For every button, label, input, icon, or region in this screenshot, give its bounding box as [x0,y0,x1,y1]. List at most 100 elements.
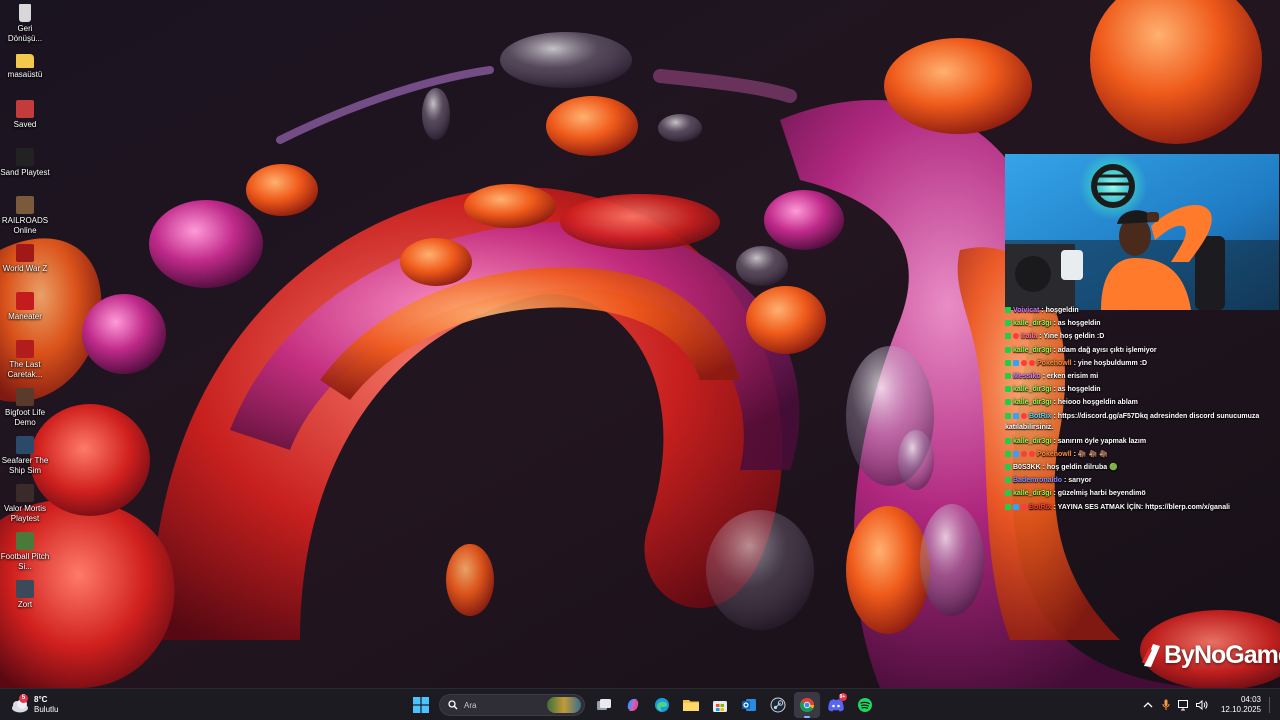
moderator-badge-icon [1013,412,1019,419]
subscriber-badge-icon [1029,359,1035,366]
spotify-button[interactable] [852,692,878,718]
file-explorer-button[interactable] [678,692,704,718]
network-button[interactable] [1175,692,1193,718]
chat-message: BotRix : https://discord.gg/aF57Dkq adre… [1005,411,1277,433]
steam-button[interactable] [765,692,791,718]
desktop-icon[interactable]: Valor Mortis Playtest [0,484,50,524]
desktop-icon[interactable]: Maneater [0,292,50,322]
webcam-feed [1005,154,1279,310]
network-icon [1177,699,1188,710]
search-highlight-art [547,697,581,713]
chat-username[interactable]: Bademronaldo [1013,477,1062,484]
chat-message: kalle_dir3gi : as hoşgeldin [1005,383,1277,396]
desktop-icon[interactable]: Zort [0,580,50,610]
chrome-button[interactable] [793,692,820,718]
zort-game-icon [16,580,34,598]
chat-text: yine hoşbuldumm :D [1077,359,1148,367]
chat-username[interactable]: BotRix [1029,413,1052,420]
kick-badge-icon [1005,359,1011,366]
desktop-icon[interactable]: Seafarer The Ship Sim [0,436,50,476]
bigfoot-game-icon [16,388,34,406]
chat-message: Messiko : erken erisim mi [1005,370,1277,383]
desktop-icon[interactable]: Sand Playtest [0,148,50,178]
chat-username[interactable]: B0S3KK [1013,464,1041,471]
chat-message: BotRix : YAYINA SES ATMAK İÇİN: https://… [1005,501,1277,514]
task-view-button[interactable] [591,692,617,718]
desktop-icon[interactable]: The Last Caretak... [0,340,50,380]
chat-text: 🦣 🦣 🦣 [1077,450,1108,458]
desktop-icon[interactable]: masaüstü [0,52,50,80]
microphone-icon [1162,699,1170,710]
chat-text: YAYINA SES ATMAK İÇİN: https://blerp.com… [1057,503,1230,511]
search-placeholder: Ara [464,700,477,710]
chat-username[interactable]: kalle_dir3gi [1013,386,1052,393]
outlook-button[interactable] [736,692,762,718]
kick-badge-icon [1005,490,1011,497]
windows-start-icon [412,697,429,713]
taskbar: 5 8°C Bulutlu Ara 9+ 04:03 12.10.2025 [0,688,1280,720]
desktop-icon-label: Bigfoot Life Demo [4,408,46,427]
tray-overflow-button[interactable] [1139,692,1157,718]
chat-text: heiooo hoşgeldin ablam [1057,399,1138,407]
recycle-bin-icon [19,4,31,22]
desktop-icon[interactable]: Geri Dönüşü... [0,4,50,44]
stream-chat-overlay: Voivicat : hoşgeldin kalle_dir3gi : as ho… [1005,304,1277,516]
watermark-text: ByNoGame [1164,640,1280,669]
chat-text: güzelmiş harbi beyendimö [1057,490,1146,498]
desktop-icon[interactable]: Football Pitch Si... [0,532,50,572]
copilot-button[interactable] [620,692,646,718]
kick-badge-icon [1005,373,1011,380]
start-button[interactable] [408,692,434,718]
chat-message: kalle_dir3gi : as hoşgeldin [1005,317,1277,330]
kick-badge-icon [1005,450,1011,457]
saved-game-icon [16,100,34,118]
kick-badge-icon [1005,464,1011,471]
cloud-weather-icon: 5 [10,694,30,713]
chat-username[interactable]: BotRix [1029,504,1052,511]
desktop-icon-label: World War Z [2,264,48,273]
chat-username[interactable]: kalle_dir3gi [1013,320,1052,327]
chat-username[interactable]: Messiko [1013,373,1041,380]
desktop-icon[interactable]: World War Z [0,244,50,274]
desktop-icon[interactable]: Saved [0,100,50,130]
chat-text: hoş geldin dilruba 🟢 [1046,464,1118,472]
chat-username[interactable]: kalle_dir3gi [1013,490,1052,497]
moderator-badge-icon [1013,450,1019,457]
weather-widget[interactable]: 5 8°C Bulutlu [10,692,58,718]
discord-notification-badge: 9+ [838,693,847,701]
chat-username[interactable]: kalle_dir3gi [1013,438,1052,445]
chat-username[interactable]: Voivicat [1013,307,1039,314]
chat-text: as hoşgeldin [1057,386,1101,394]
bynogame-watermark: ByNoGame [1140,638,1280,672]
microphone-button[interactable] [1157,692,1175,718]
chrome-icon [799,698,814,712]
kick-badge-icon [1005,437,1011,444]
discord-button[interactable]: 9+ [823,692,849,718]
kick-badge-icon [1005,503,1011,510]
outlook-icon [741,699,756,711]
desktop-icon[interactable]: RAILROADS Online [0,196,50,236]
taskbar-search-box[interactable]: Ara [439,694,585,716]
chat-username[interactable]: Pokehowll [1037,360,1072,367]
store-button[interactable] [707,692,733,718]
chat-username[interactable]: kalle_dir3gi [1013,347,1052,354]
desktop-icon[interactable]: Bigfoot Life Demo [0,388,50,428]
edge-button[interactable] [649,692,675,718]
chat-message: Iraila : Yine hoş geldin :D [1005,330,1277,343]
chat-text: sarıyor [1068,477,1092,485]
chat-message: kalle_dir3gi : güzelmiş harbi beyendimö [1005,487,1277,500]
chat-message: Bademronaldo : sarıyor [1005,474,1277,487]
kick-badge-icon [1005,386,1011,393]
weather-alert-badge: 5 [19,694,28,703]
steam-icon [770,697,785,713]
desktop-icon-label: Football Pitch Si... [0,552,50,571]
show-desktop-button[interactable] [1269,697,1272,713]
streamer-webcam [1005,154,1279,310]
subscriber-badge-icon [1021,412,1027,419]
chat-username[interactable]: Iraila [1021,333,1037,340]
taskbar-clock[interactable]: 04:03 12.10.2025 [1221,695,1261,715]
weather-temperature: 8°C [34,695,48,704]
chat-username[interactable]: kalle_dir3gi [1013,399,1052,406]
volume-button[interactable] [1193,692,1211,718]
chat-username[interactable]: Pokehowll [1037,451,1072,458]
